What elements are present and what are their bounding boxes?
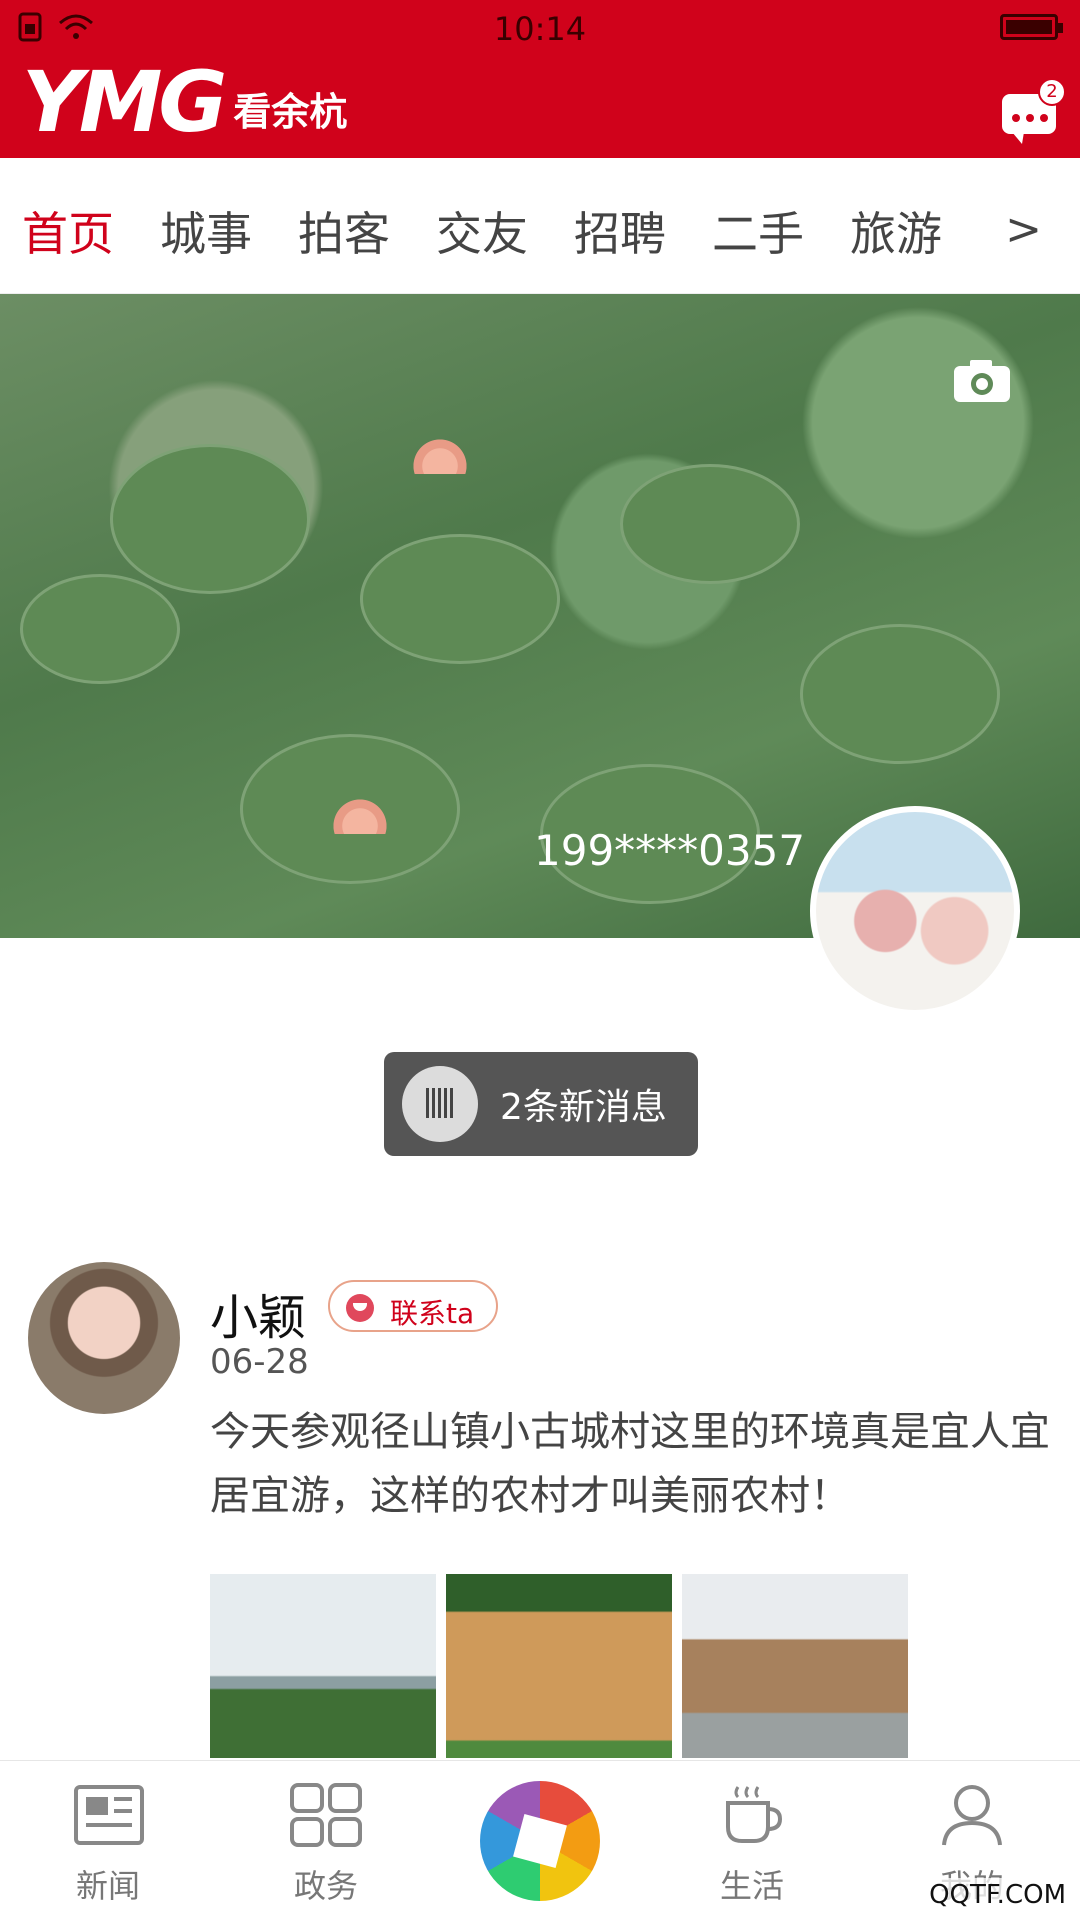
tab-city[interactable]: 城事 [160,198,252,264]
user-icon [942,1785,1002,1846]
lily-pad [620,464,800,584]
newspaper-icon [74,1785,144,1845]
battery-icon [1000,14,1063,40]
post-date: 06-28 [210,1342,309,1382]
message-sender-avatar [402,1066,478,1142]
app-header: 10:14 YMG 看余杭 2 [0,0,1080,158]
nav-news-label: 新闻 [75,1867,140,1905]
lotus-flower [410,434,470,474]
tab-friends[interactable]: 交友 [436,198,528,264]
nav-gov[interactable]: 政务 [246,1783,406,1907]
logo-subtitle: 看余杭 [233,90,348,134]
watermark-text: QQTF.COM [923,1878,1072,1912]
chat-icon [346,1294,374,1322]
lily-pad [800,624,1000,764]
lotus-flower [330,794,390,834]
coffee-cup-icon [726,1786,783,1843]
message-count-badge: 2 [1038,78,1066,106]
nav-gov-label: 政务 [293,1867,358,1905]
messages-button[interactable]: 2 [1002,78,1066,144]
tab-travel[interactable]: 旅游 [850,198,942,264]
app-logo: YMG 看余杭 [22,60,347,144]
new-messages-label: 2条新消息 [500,1087,667,1128]
lily-pad [110,444,310,594]
user-avatar[interactable] [810,806,1020,1016]
status-time: 10:14 [493,10,587,48]
post-photo[interactable] [682,1574,908,1758]
user-phone: 199****0357 [534,826,806,875]
nav-life[interactable]: 生活 [672,1783,832,1907]
grid-icon [290,1783,362,1847]
tab-jobs[interactable]: 招聘 [574,198,666,264]
nav-news[interactable]: 新闻 [28,1783,188,1907]
post-author-name[interactable]: 小颖 [210,1278,306,1348]
shutter-camera-icon[interactable] [480,1781,600,1901]
post-photo[interactable] [210,1574,436,1758]
logo-text: YMG [22,53,227,151]
tab-photo[interactable]: 拍客 [298,198,390,264]
post-photos [210,1574,908,1758]
new-messages-button[interactable]: 2条新消息 [384,1052,698,1156]
lily-pad [20,574,180,684]
tab-secondhand[interactable]: 二手 [712,198,804,264]
post-text: 今天参观径山镇小古城村这里的环境真是宜人宜居宜游，这样的农村才叫美丽农村！ [210,1409,1050,1519]
tab-home[interactable]: 首页 [22,198,114,264]
post-photo[interactable] [446,1574,672,1758]
bottom-navigation: 新闻 政务 生活 我的 [0,1760,1080,1920]
chevron-right-icon[interactable]: > [1005,204,1042,255]
post-author-avatar[interactable] [28,1262,180,1414]
category-tabs: 首页 城事 拍客 交友 招聘 二手 旅游 > [0,158,1080,294]
camera-icon[interactable] [952,358,1012,404]
status-bar: 10:14 [0,0,1080,56]
contact-label: 联系ta [390,1297,475,1330]
nav-life-label: 生活 [719,1867,784,1905]
contact-button[interactable]: 联系ta [328,1280,498,1332]
lily-pad [360,534,560,664]
